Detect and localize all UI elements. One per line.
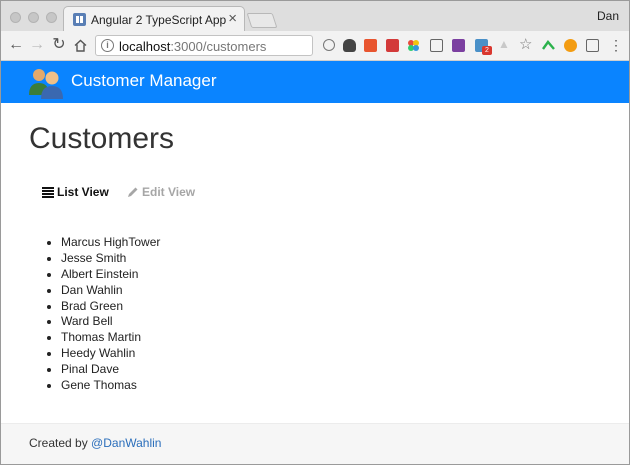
author-link[interactable]: @DanWahlin	[91, 436, 161, 450]
menu-dots-icon[interactable]: ⋮	[609, 36, 623, 54]
browser-tab[interactable]: Angular 2 TypeScript App ×	[63, 6, 245, 32]
feedly-icon[interactable]	[542, 39, 555, 52]
tab-list-view-label: List View	[57, 185, 109, 199]
forward-icon[interactable]: →	[28, 36, 46, 54]
footer-text: Created by @DanWahlin	[29, 436, 161, 450]
close-tab-icon[interactable]: ×	[228, 10, 237, 28]
app-navbar: Customer Manager	[1, 61, 629, 103]
fullscreen-icon[interactable]	[586, 39, 599, 52]
address-bar[interactable]: i localhost:3000/customers	[95, 35, 313, 56]
pencil-icon	[127, 186, 139, 198]
tab-strip: Angular 2 TypeScript App × Dan	[1, 1, 629, 32]
info-icon[interactable]: i	[101, 39, 114, 52]
footer-prefix: Created by	[29, 436, 88, 450]
bookmark-star-icon[interactable]: ☆	[519, 37, 532, 52]
customer-list-item: Pinal Dave	[46, 362, 160, 378]
list-icon	[42, 186, 54, 198]
tab-edit-view[interactable]: Edit View	[127, 185, 195, 199]
url-host: localhost	[119, 39, 171, 54]
angular-favicon-icon	[73, 13, 86, 26]
url-text: localhost:3000/customers	[119, 39, 266, 54]
customer-list-item: Thomas Martin	[46, 330, 160, 346]
pocket-icon[interactable]	[430, 39, 443, 52]
home-icon[interactable]	[73, 38, 88, 53]
customer-list-item: Marcus HighTower	[46, 235, 161, 249]
flipboard-icon[interactable]	[364, 39, 377, 52]
pin-icon[interactable]: ▲	[498, 38, 511, 51]
customer-list-item: Heedy Wahlin	[46, 346, 160, 362]
customer-list-item: Dan Wahlin	[46, 283, 160, 299]
page-title: Customers	[29, 122, 175, 155]
zoom-window-button[interactable]	[46, 12, 57, 23]
tab-title: Angular 2 TypeScript App	[91, 13, 227, 27]
footer: Created by @DanWahlin	[1, 423, 629, 464]
extension-info-icon[interactable]	[323, 39, 335, 51]
close-window-button[interactable]	[10, 12, 21, 23]
save-icon[interactable]	[386, 39, 399, 52]
customer-list-item: Brad Green	[46, 299, 160, 315]
badge-count: 2	[482, 46, 492, 55]
customer-list: Marcus HighTower Jesse Smith Albert Einste…	[46, 235, 161, 394]
url-path: :3000/customers	[170, 39, 267, 54]
tab-list-view[interactable]: List View	[42, 185, 109, 199]
customer-list-item: Jesse Smith	[46, 251, 160, 267]
tab-edit-view-label: Edit View	[142, 185, 196, 199]
minimize-window-button[interactable]	[28, 12, 39, 23]
brand-title[interactable]: Customer Manager	[71, 71, 217, 91]
customer-list-item: Albert Einstein	[46, 267, 160, 283]
profile-name[interactable]: Dan	[597, 9, 619, 23]
browser-window: Angular 2 TypeScript App × Dan ← → ↻ i l…	[0, 0, 630, 465]
back-icon[interactable]: ←	[7, 36, 25, 54]
orange-extension-icon[interactable]	[564, 39, 577, 52]
customer-list-item: Gene Thomas	[46, 378, 160, 394]
new-tab-button[interactable]	[246, 13, 278, 28]
evernote-icon[interactable]	[343, 39, 356, 52]
color-wheel-icon[interactable]	[407, 39, 420, 52]
reload-icon[interactable]: ↻	[50, 36, 68, 54]
customer-list-item: Ward Bell	[46, 314, 160, 330]
onenote-icon[interactable]	[452, 39, 465, 52]
window-controls	[10, 12, 57, 23]
browser-toolbar: ← → ↻ i localhost:3000/customers 2 ▲ ☆ ⋮	[1, 31, 629, 61]
customers-logo-icon	[29, 69, 63, 99]
